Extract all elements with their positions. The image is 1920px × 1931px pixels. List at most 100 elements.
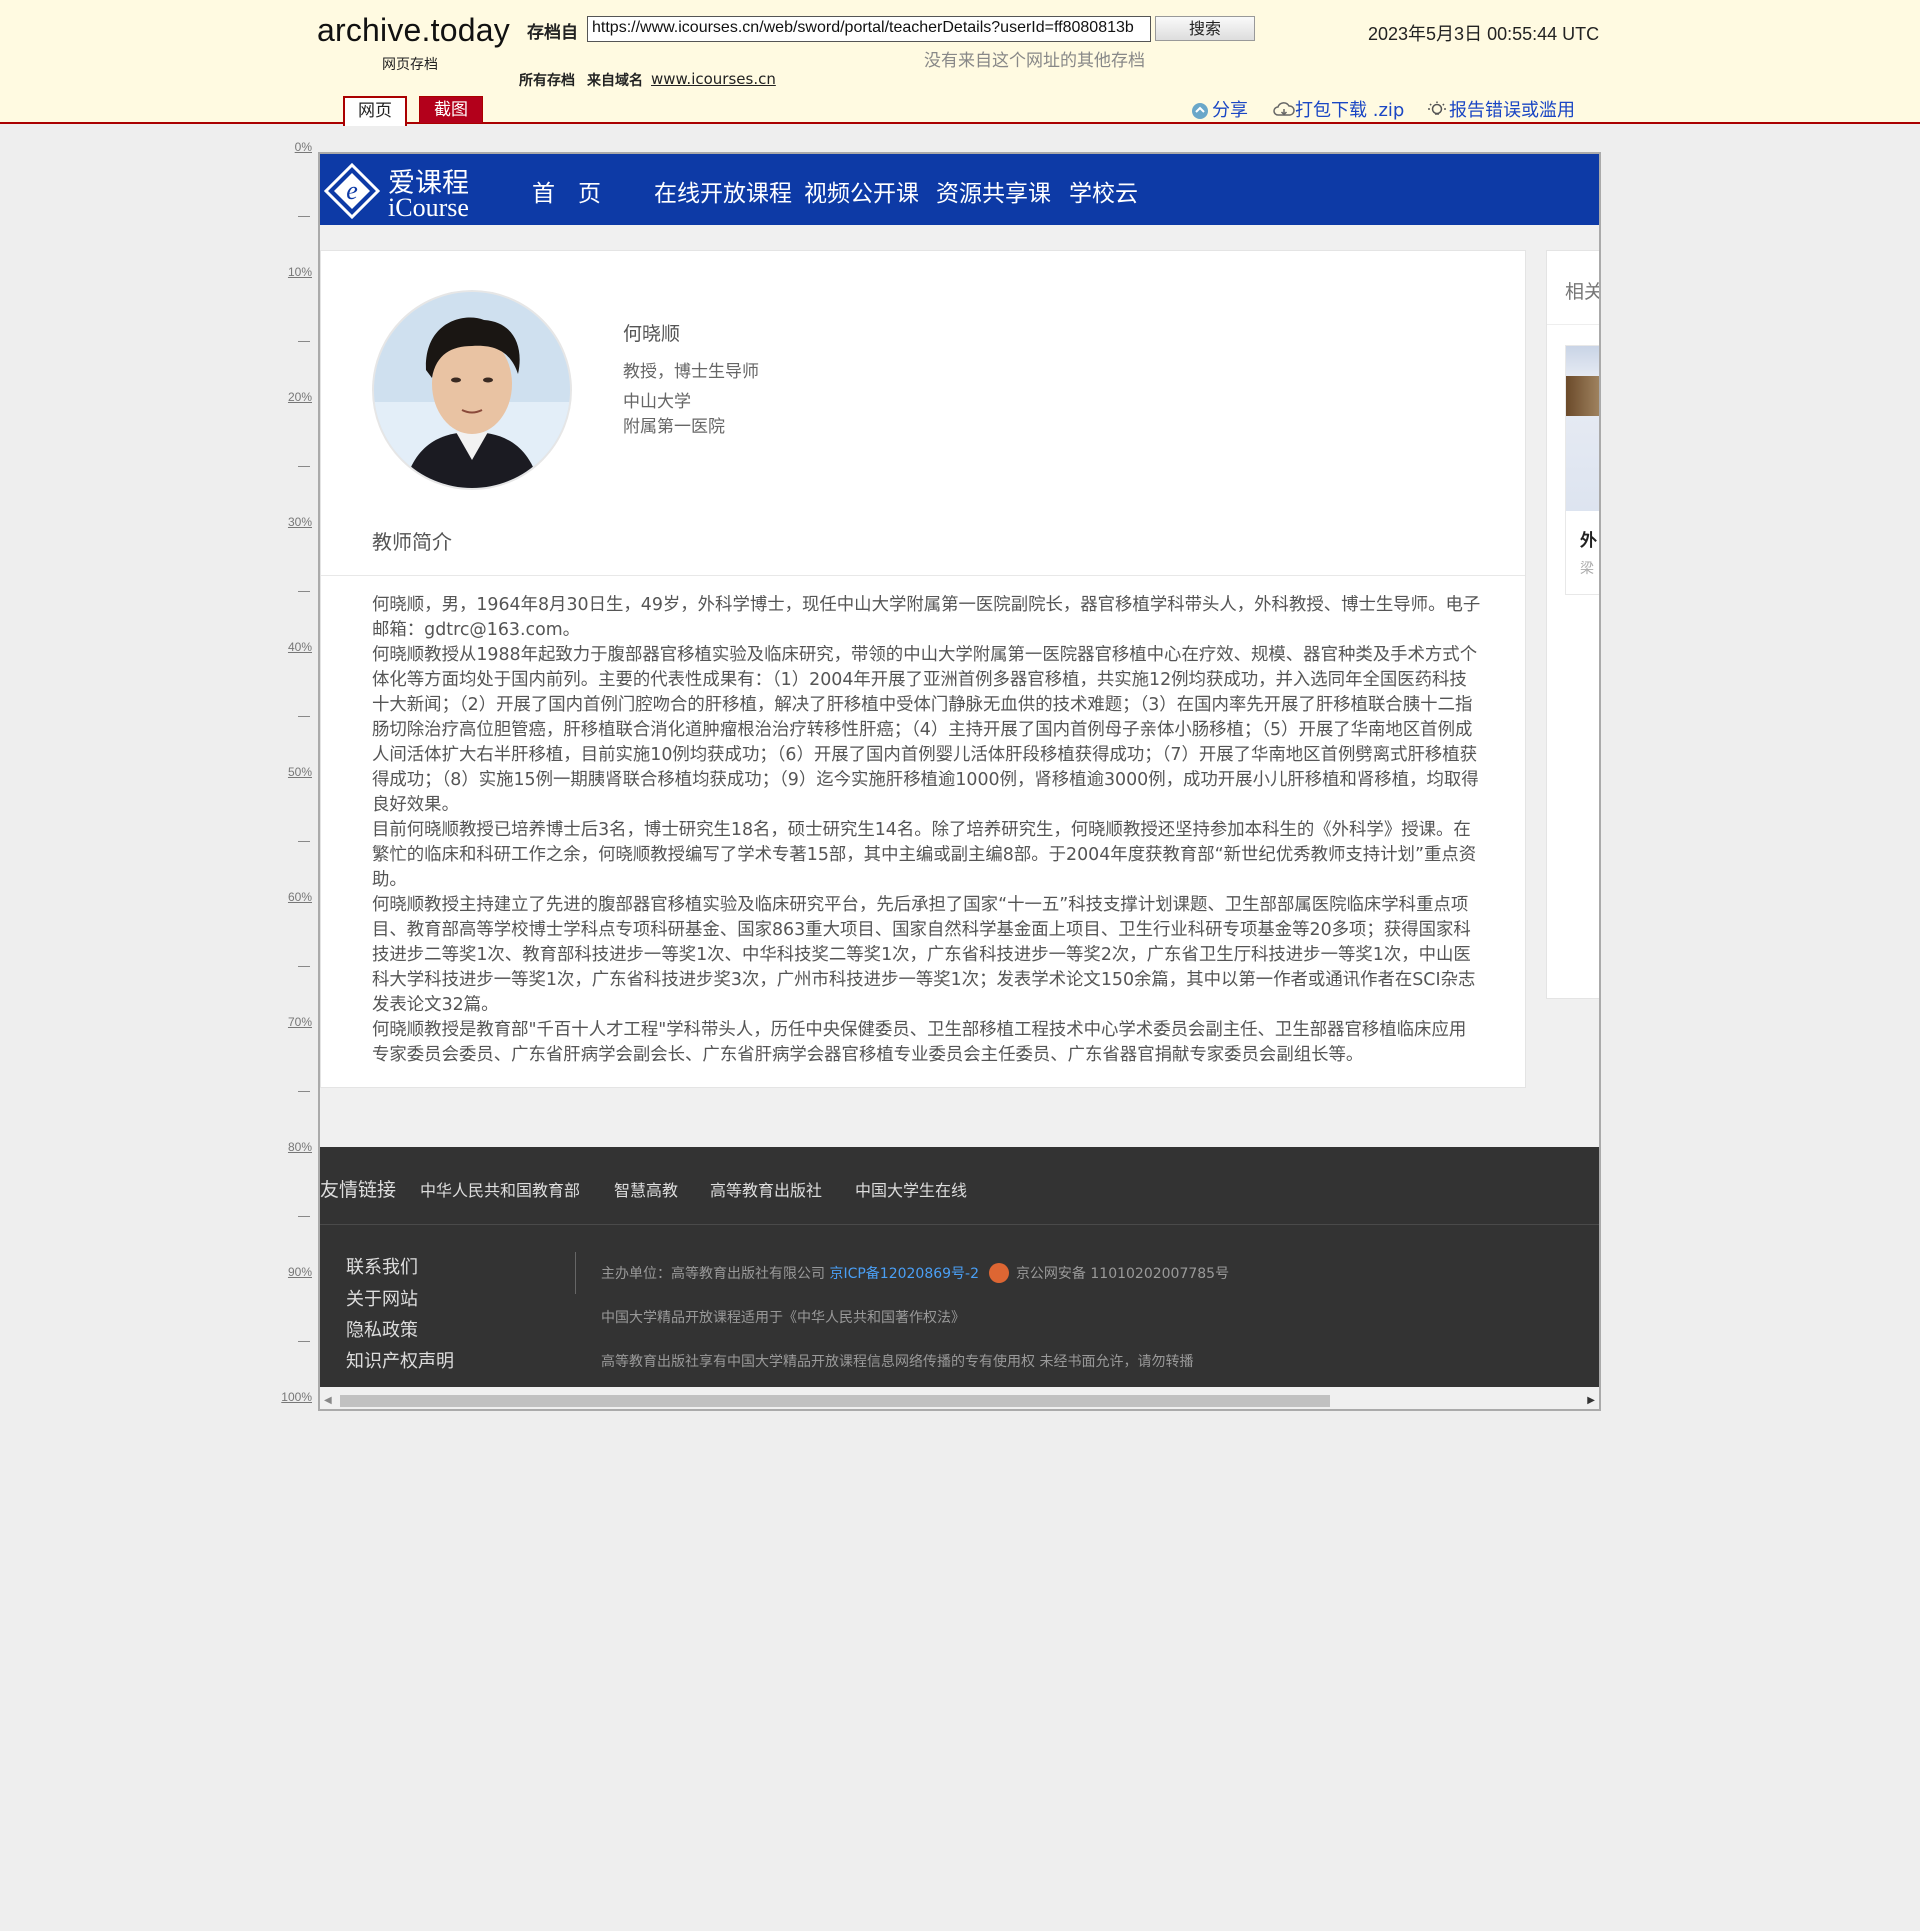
teacher-avatar xyxy=(372,290,572,490)
no-other-snapshots-text: 没有来自这个网址的其他存档 xyxy=(924,51,1145,71)
ruler-label[interactable]: 20% xyxy=(288,390,312,404)
divider xyxy=(575,1252,576,1294)
search-button[interactable]: 搜索 xyxy=(1155,16,1255,41)
link-univs[interactable]: 中国大学生在线 xyxy=(855,1177,967,1201)
scroll-left-arrow-icon[interactable]: ◀ xyxy=(324,1395,332,1406)
divider xyxy=(320,1224,1599,1225)
intro-paragraph: 何晓顺教授主持建立了先进的腹部器官移植实验及临床研究平台，先后承担了国家“十一五… xyxy=(372,895,1476,1015)
download-zip-label: 打包下载 .zip xyxy=(1295,100,1405,121)
from-domain-label: 来自域名 xyxy=(587,73,643,89)
ruler-label[interactable]: 60% xyxy=(288,890,312,904)
domain-link[interactable]: www.icourses.cn xyxy=(651,70,776,88)
icourse-logo[interactable]: e 爱课程 iCourse xyxy=(324,159,474,222)
ruler-tick xyxy=(298,591,310,592)
scroll-position-ruler: 0% 10% 20% 30% 40% 50% 60% 70% 80% 90% 100% xyxy=(276,140,312,1410)
ruler-label[interactable]: 70% xyxy=(288,1015,312,1029)
site-navbar: e 爱课程 iCourse 首 页 在线开放课程 视频公开课 资源共享课 学校云 xyxy=(320,154,1599,225)
intro-paragraph: 何晓顺教授是教育部"千百十人才工程"学科带头人，历任中央保健委员、卫生部移植工程… xyxy=(372,1020,1467,1065)
intro-paragraph: 何晓顺，男，1964年8月30日生，49岁，外科学博士，现任中山大学附属第一医院… xyxy=(372,595,1481,640)
ruler-label[interactable]: 40% xyxy=(288,640,312,654)
link-moe[interactable]: 中华人民共和国教育部 xyxy=(420,1177,580,1201)
footer-about[interactable]: 关于网站 xyxy=(346,1285,418,1311)
lightbulb-icon xyxy=(1427,101,1447,119)
share-label: 分享 xyxy=(1212,100,1248,121)
ruler-label[interactable]: 0% xyxy=(295,140,312,154)
link-hep[interactable]: 高等教育出版社 xyxy=(710,1177,822,1201)
tab-screenshot[interactable]: 截图 xyxy=(419,96,483,124)
friend-links-label: 友情链接 xyxy=(320,1179,397,1201)
divider xyxy=(1547,324,1599,325)
ruler-tick xyxy=(298,466,310,467)
host-text: 主办单位：高等教育出版社有限公司 xyxy=(601,1266,825,1282)
intro-heading: 教师简介 xyxy=(372,530,452,554)
teacher-profile-card: 何晓顺 教授，博士生导师 中山大学 附属第一医院 教师简介 何晓顺，男，1964… xyxy=(320,250,1526,1088)
icourse-mark-icon: e xyxy=(324,163,380,219)
all-snapshots-link[interactable]: 所有存档 xyxy=(519,70,575,90)
icp-link[interactable]: 京ICP备12020869号-2 xyxy=(829,1266,979,1282)
nav-resource-courses[interactable]: 资源共享课 xyxy=(936,174,1051,208)
archive-logo[interactable]: archive.today xyxy=(317,12,510,49)
logo-english: iCourse xyxy=(388,193,469,222)
ruler-tick xyxy=(298,966,310,967)
teacher-department: 附属第一医院 xyxy=(623,417,725,437)
ruler-label[interactable]: 30% xyxy=(288,515,312,529)
footer-contact-us[interactable]: 联系我们 xyxy=(346,1253,418,1279)
nav-home[interactable]: 首 页 xyxy=(532,174,601,208)
ruler-tick xyxy=(298,716,310,717)
rights-note: 高等教育出版社享有中国大学精品开放课程信息网络传播的专有使用权 未经书面允许，请… xyxy=(601,1354,1194,1370)
ruler-tick xyxy=(298,841,310,842)
course-thumbnail xyxy=(1566,346,1599,511)
ruler-tick xyxy=(298,1341,310,1342)
share-icon xyxy=(1190,101,1210,119)
course-title: 外 xyxy=(1580,531,1597,551)
police-badge-icon xyxy=(989,1263,1010,1283)
scrollbar-thumb[interactable] xyxy=(340,1395,1330,1407)
share-button[interactable]: 分享 xyxy=(1190,96,1248,122)
snapshot-frame: e 爱课程 iCourse 首 页 在线开放课程 视频公开课 资源共享课 学校云 xyxy=(318,152,1601,1411)
ruler-label[interactable]: 50% xyxy=(288,765,312,779)
footer-registration-line: 主办单位：高等教育出版社有限公司 京ICP备12020869号-2 京公网安备 … xyxy=(601,1263,1229,1283)
ruler-tick xyxy=(298,341,310,342)
tab-webpage[interactable]: 网页 xyxy=(343,96,407,126)
nav-school-cloud[interactable]: 学校云 xyxy=(1069,174,1138,208)
site-footer: 友情链接 中华人民共和国教育部 智慧高教 高等教育出版社 中国大学生在线 联系我… xyxy=(320,1147,1599,1387)
archived-url-input[interactable]: https://www.icourses.cn/web/sword/portal… xyxy=(587,16,1151,42)
archive-logo-subtitle: 网页存档 xyxy=(382,57,438,73)
intro-paragraph: 何晓顺教授从1988年起致力于腹部器官移植实验及临床研究，带领的中山大学附属第一… xyxy=(372,645,1479,815)
copyright-note: 中国大学精品开放课程适用于《中华人民共和国著作权法》 xyxy=(601,1310,965,1326)
report-abuse-label: 报告错误或滥用 xyxy=(1449,100,1575,121)
archive-header: archive.today 网页存档 存档自 https://www.icour… xyxy=(0,0,1920,126)
related-course-card[interactable]: 外 梁 xyxy=(1565,345,1599,595)
download-zip-button[interactable]: 打包下载 .zip xyxy=(1273,96,1404,122)
related-courses-panel: 相关 外 梁 xyxy=(1546,250,1601,999)
nav-online-courses[interactable]: 在线开放课程 xyxy=(654,174,792,208)
ruler-tick xyxy=(298,1216,310,1217)
saved-from-label: 存档自 xyxy=(527,23,578,43)
ruler-tick xyxy=(298,216,310,217)
teacher-title: 教授，博士生导师 xyxy=(623,362,759,382)
horizontal-scrollbar[interactable]: ◀ ▶ xyxy=(320,1391,1599,1409)
cloud-download-icon xyxy=(1273,101,1295,119)
report-abuse-button[interactable]: 报告错误或滥用 xyxy=(1427,96,1575,122)
intro-body: 何晓顺，男，1964年8月30日生，49岁，外科学博士，现任中山大学附属第一医院… xyxy=(372,593,1482,1068)
link-smart-higher-edu[interactable]: 智慧高教 xyxy=(614,1177,678,1201)
nav-video-courses[interactable]: 视频公开课 xyxy=(804,174,919,208)
teacher-school: 中山大学 xyxy=(623,392,691,412)
svg-text:e: e xyxy=(346,176,358,205)
intro-paragraph: 目前何晓顺教授已培养博士后3名，博士研究生18名，硕士研究生14名。除了培养研究… xyxy=(372,820,1477,890)
police-record-text[interactable]: 京公网安备 11010202007785号 xyxy=(1016,1266,1229,1282)
ruler-tick xyxy=(298,1091,310,1092)
ruler-label[interactable]: 10% xyxy=(288,265,312,279)
course-teacher: 梁 xyxy=(1580,561,1594,577)
ruler-label[interactable]: 90% xyxy=(288,1265,312,1279)
divider xyxy=(321,575,1525,576)
archive-timestamp: 2023年5月3日 00:55:44 UTC xyxy=(1368,24,1600,44)
ruler-label[interactable]: 80% xyxy=(288,1140,312,1154)
scroll-right-arrow-icon[interactable]: ▶ xyxy=(1587,1395,1595,1406)
related-courses-title: 相关 xyxy=(1565,281,1601,303)
teacher-photo-icon xyxy=(374,292,570,488)
teacher-name: 何晓顺 xyxy=(623,323,681,345)
footer-privacy[interactable]: 隐私政策 xyxy=(346,1316,418,1342)
footer-ip-statement[interactable]: 知识产权声明 xyxy=(346,1347,454,1373)
ruler-label[interactable]: 100% xyxy=(281,1390,312,1404)
